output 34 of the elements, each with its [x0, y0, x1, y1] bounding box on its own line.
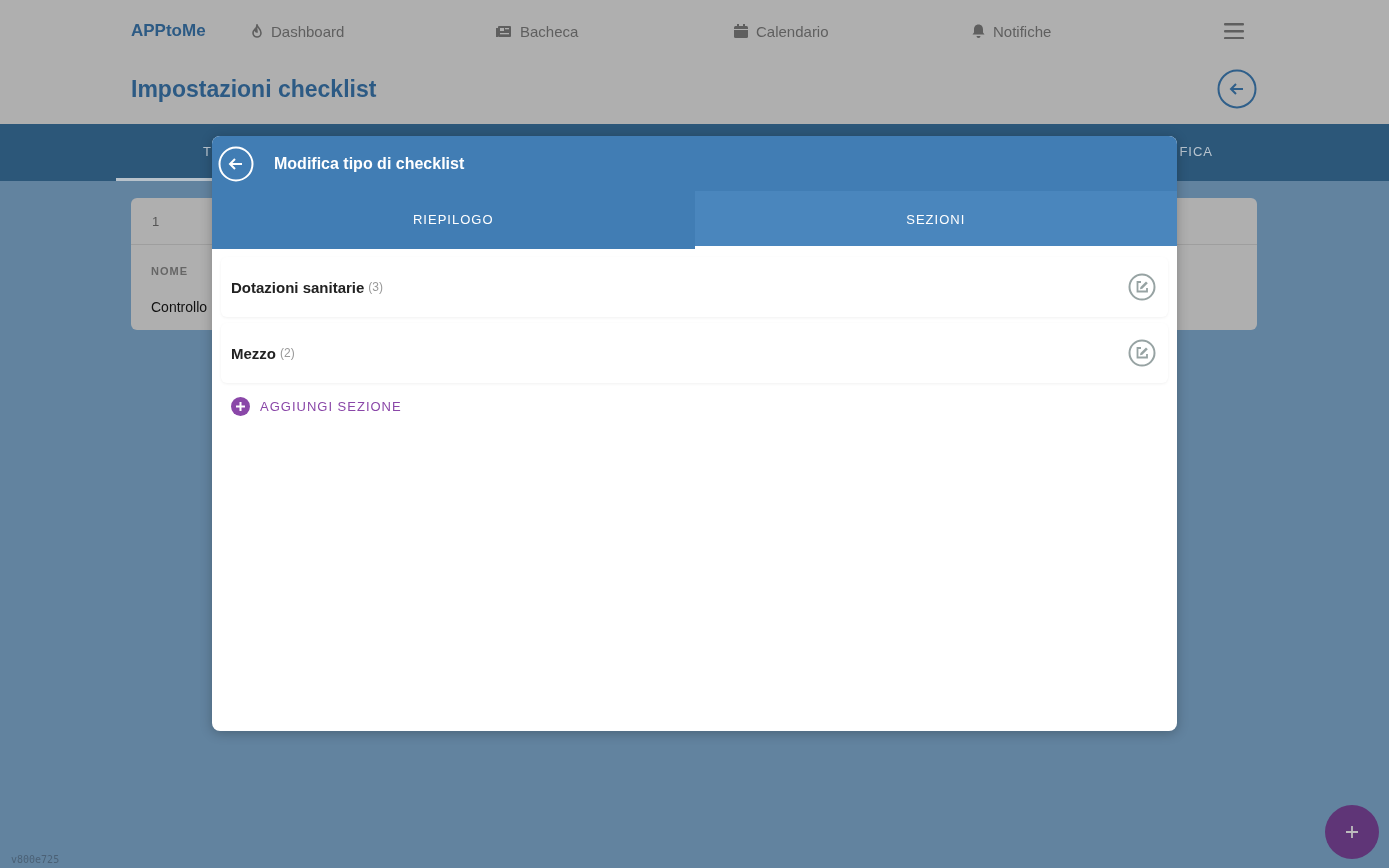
row-number: 1 [152, 213, 160, 229]
plus-icon [1345, 825, 1359, 839]
column-header: NOME [151, 265, 189, 277]
flame-icon [251, 24, 263, 38]
section-row[interactable]: Mezzo (2) [221, 323, 1168, 383]
nav-link[interactable]: Calendario [734, 22, 972, 40]
bell-icon [972, 24, 985, 38]
nav-link[interactable]: Bacheca [496, 22, 734, 40]
edit-icon[interactable] [1128, 273, 1156, 301]
nav-link[interactable]: Dashboard [251, 22, 496, 40]
app-logo[interactable]: APPtoMe [131, 21, 251, 41]
section-count: (3) [368, 280, 384, 294]
tab[interactable]: SEZIONI [694, 191, 1177, 249]
add-button[interactable] [1325, 805, 1379, 859]
nav-label: Bacheca [520, 22, 579, 40]
nav-label: Calendario [756, 22, 829, 40]
calendar-icon [734, 24, 748, 38]
dialog-title: Modifica tipo di checklist [274, 154, 465, 173]
edit-icon[interactable] [1128, 339, 1156, 367]
nav-label: Notifiche [993, 22, 1052, 40]
menu-icon[interactable] [1224, 23, 1244, 39]
table-cell-text: Controllo [151, 299, 209, 315]
newspaper-icon [496, 24, 512, 38]
nav-label: Dashboard [271, 22, 345, 40]
section-name: Dotazioni sanitarie [231, 278, 365, 296]
back-icon[interactable] [1217, 69, 1257, 109]
section-name: Mezzo [231, 344, 276, 362]
section-count: (2) [280, 346, 295, 360]
page-title: Impostazioni checklist [131, 75, 377, 103]
plus-icon [231, 397, 250, 416]
add-section-button[interactable]: AGGIUNGI SEZIONE [221, 389, 412, 424]
tab[interactable]: FICA [1175, 124, 1213, 181]
nav-link[interactable]: Notifiche [972, 22, 1210, 40]
section-row[interactable]: Dotazioni sanitarie (3) [221, 257, 1168, 317]
